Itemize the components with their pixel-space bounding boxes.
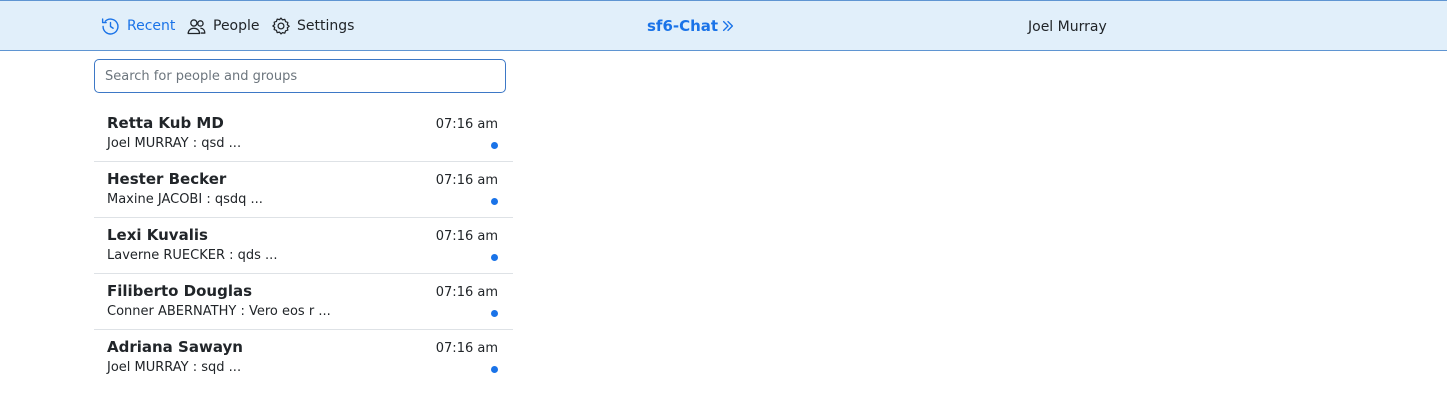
unread-dot-icon <box>491 198 498 205</box>
brand-link[interactable]: sf6-Chat <box>647 1 735 51</box>
conversation-item[interactable]: Lexi Kuvalis Laverne RUECKER : qds ... 07:… <box>94 218 513 274</box>
conversation-name: Hester Becker <box>107 170 227 188</box>
conversation-name: Lexi Kuvalis <box>107 226 208 244</box>
nav-settings[interactable]: Settings <box>271 1 354 51</box>
conversation-name: Retta Kub MD <box>107 114 224 132</box>
gear-icon <box>271 16 291 36</box>
nav-people[interactable]: People <box>186 1 260 51</box>
unread-dot-icon <box>491 142 498 149</box>
nav-people-label: People <box>213 18 260 34</box>
conversation-preview: Laverne RUECKER : qds ... <box>107 248 278 263</box>
current-user-name[interactable]: Joel Murray <box>1028 1 1107 53</box>
double-chevron-right-icon <box>718 19 735 33</box>
conversation-preview: Conner ABERNATHY : Vero eos r ... <box>107 304 331 319</box>
top-navbar: Recent People Settings sf6-Chat Joel Mur… <box>0 0 1447 51</box>
conversation-preview: Maxine JACOBI : qsdq ... <box>107 192 263 207</box>
nav-recent-label: Recent <box>127 18 176 34</box>
conversation-time: 07:16 am <box>435 173 498 188</box>
unread-dot-icon <box>491 254 498 261</box>
conversation-list: Retta Kub MD Joel MURRAY : qsd ... 07:16 a… <box>94 106 513 386</box>
unread-dot-icon <box>491 366 498 373</box>
conversation-item[interactable]: Hester Becker Maxine JACOBI : qsdq ... 07:… <box>94 162 513 218</box>
search-input[interactable] <box>94 59 506 93</box>
people-icon <box>186 16 207 37</box>
conversation-item[interactable]: Retta Kub MD Joel MURRAY : qsd ... 07:16 a… <box>94 106 513 162</box>
clock-icon <box>100 16 121 37</box>
conversation-time: 07:16 am <box>435 117 498 132</box>
conversation-preview: Joel MURRAY : qsd ... <box>107 136 242 151</box>
conversation-time: 07:16 am <box>435 229 498 244</box>
conversation-time: 07:16 am <box>435 341 498 356</box>
nav-recent[interactable]: Recent <box>100 1 175 51</box>
conversation-item[interactable]: Adriana Sawayn Joel MURRAY : sqd ... 07:16… <box>94 330 513 386</box>
unread-dot-icon <box>491 310 498 317</box>
conversation-preview: Joel MURRAY : sqd ... <box>107 360 242 375</box>
nav-settings-label: Settings <box>297 18 355 34</box>
conversation-name: Filiberto Douglas <box>107 282 253 300</box>
conversation-time: 07:16 am <box>435 285 498 300</box>
brand-name: sf6-Chat <box>647 17 719 35</box>
conversation-item[interactable]: Filiberto Douglas Conner ABERNATHY : Vero… <box>94 274 513 330</box>
conversation-name: Adriana Sawayn <box>107 338 243 356</box>
